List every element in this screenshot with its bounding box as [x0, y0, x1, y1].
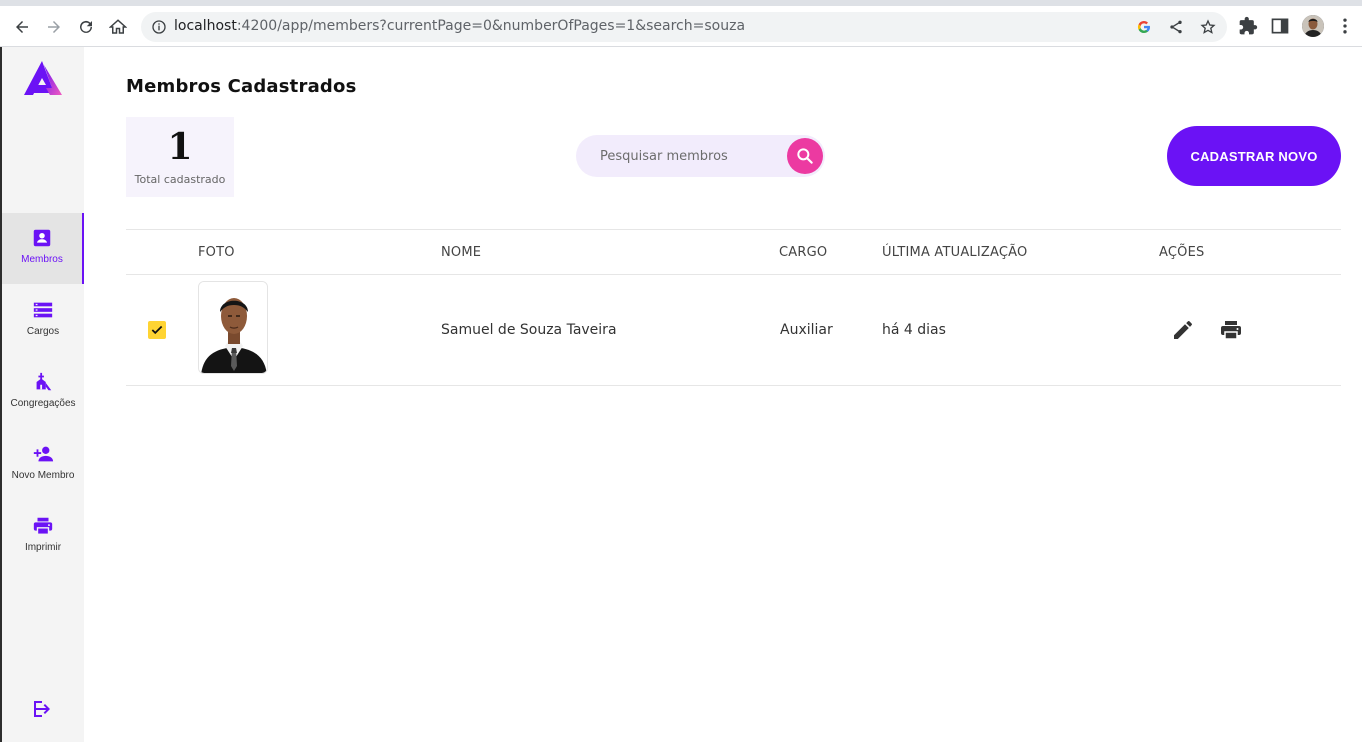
page-title: Membros Cadastrados — [126, 76, 357, 97]
app-logo-icon[interactable] — [22, 59, 64, 99]
sidebar-item-label: Novo Membro — [11, 470, 75, 481]
storage-icon — [33, 302, 53, 318]
search-button[interactable] — [787, 138, 823, 174]
member-photo — [198, 281, 268, 374]
search-icon — [797, 148, 813, 164]
address-bar[interactable]: localhost:4200/app/members?currentPage=0… — [141, 12, 1227, 42]
browser-toolbar: localhost:4200/app/members?currentPage=0… — [0, 0, 1362, 47]
check-icon — [151, 325, 163, 335]
column-header-foto: FOTO — [198, 245, 235, 260]
search-box — [576, 135, 825, 177]
sidebar-item-novo-membro[interactable]: Novo Membro — [2, 429, 84, 500]
row-checkbox[interactable] — [148, 321, 166, 339]
logout-icon[interactable] — [31, 697, 55, 721]
sidebar-item-cargos[interactable]: Cargos — [2, 285, 84, 356]
print-member-icon[interactable] — [1219, 318, 1243, 342]
table-row: Samuel de Souza Taveira Auxiliar há 4 di… — [126, 275, 1341, 386]
star-icon[interactable] — [1200, 19, 1216, 35]
total-members-card: 1 Total cadastrado — [126, 117, 234, 197]
home-button[interactable] — [106, 15, 130, 39]
column-header-cargo[interactable]: CARGO — [779, 245, 827, 260]
member-name: Samuel de Souza Taveira — [441, 322, 617, 338]
sidebar-item-label: Cargos — [26, 326, 60, 337]
register-new-button[interactable]: CADASTRAR NOVO — [1167, 126, 1341, 186]
total-members-label: Total cadastrado — [134, 173, 226, 186]
info-icon[interactable] — [151, 19, 167, 35]
column-header-updated[interactable]: ÚLTIMA ATUALIZAÇÃO — [882, 245, 1027, 260]
back-button[interactable] — [10, 15, 34, 39]
sidebar: Membros Cargos Congregações Novo Membro … — [0, 47, 84, 742]
column-header-nome[interactable]: NOME — [441, 245, 481, 260]
more-vert-icon[interactable] — [1335, 16, 1355, 36]
sidebar-item-membros[interactable]: Membros — [2, 213, 84, 284]
church-icon — [36, 372, 52, 391]
member-role: Auxiliar — [780, 322, 833, 338]
person-add-icon — [33, 446, 54, 462]
print-icon — [33, 517, 53, 535]
reload-button[interactable] — [74, 15, 98, 39]
side-panel-icon[interactable] — [1270, 16, 1290, 36]
sidebar-item-congregacoes[interactable]: Congregações — [2, 357, 84, 428]
sidebar-item-label: Membros — [21, 254, 63, 265]
avatar-icon — [1302, 15, 1324, 37]
reload-icon — [80, 20, 92, 33]
edit-icon[interactable] — [1171, 318, 1195, 342]
badge-icon — [33, 229, 51, 247]
profile-avatar[interactable] — [1302, 15, 1324, 37]
member-portrait-icon — [199, 282, 267, 373]
home-icon — [109, 19, 127, 34]
sidebar-item-label: Imprimir — [24, 542, 62, 553]
sidebar-item-label: Congregações — [10, 398, 76, 409]
google-icon[interactable] — [1136, 19, 1152, 35]
forward-button[interactable] — [42, 15, 66, 39]
sidebar-item-imprimir[interactable]: Imprimir — [2, 501, 84, 572]
extensions-icon[interactable] — [1238, 16, 1258, 36]
search-input[interactable] — [600, 145, 780, 167]
column-header-acoes: AÇÕES — [1159, 245, 1205, 260]
member-updated: há 4 dias — [882, 322, 946, 338]
url-text[interactable]: localhost:4200/app/members?currentPage=0… — [174, 18, 745, 34]
arrow-right-icon — [48, 21, 60, 33]
total-members-count: 1 — [167, 126, 193, 168]
share-icon[interactable] — [1168, 19, 1184, 35]
table-header: FOTO NOME CARGO ÚLTIMA ATUALIZAÇÃO AÇÕES — [126, 229, 1341, 275]
arrow-left-icon — [16, 21, 28, 33]
